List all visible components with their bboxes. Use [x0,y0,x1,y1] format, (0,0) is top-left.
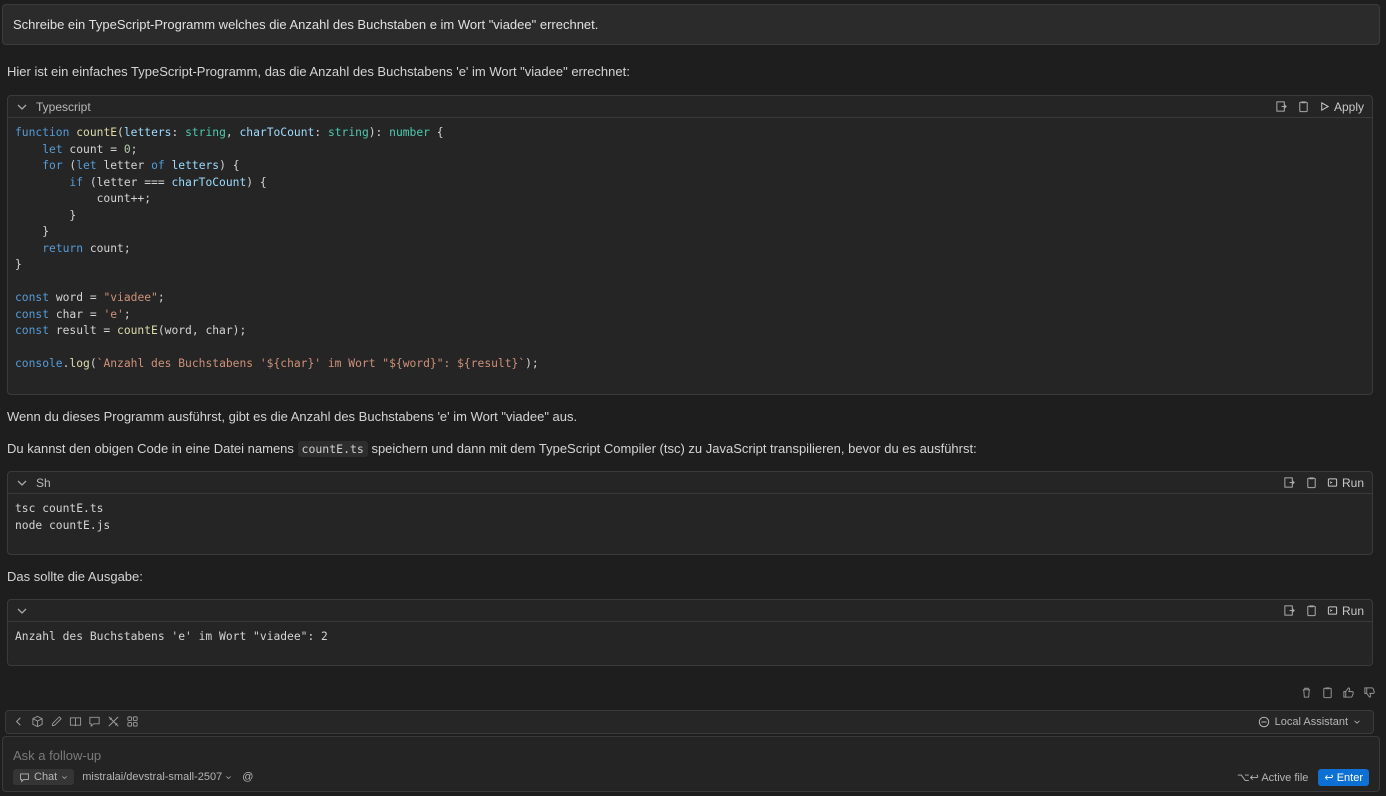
save-text-after: speichern und dann mit dem TypeScript Co… [367,441,977,456]
assistant-label: Local Assistant [1274,716,1348,728]
assistant-icon [1258,716,1269,728]
code-content: Anzahl des Buchstabens 'e' im Wort "viad… [15,630,328,643]
thumbs-up-icon[interactable] [1342,686,1355,699]
chevron-down-icon [62,775,68,779]
follow-up-input[interactable]: Ask a follow-up [13,748,101,763]
mode-selector[interactable]: Chat [13,769,75,785]
save-instruction-text: Du kannst den obigen Code in eine Datei … [7,441,977,457]
insert-at-cursor-icon[interactable] [1283,476,1297,490]
trash-icon[interactable] [1300,686,1313,699]
play-icon [1321,101,1330,112]
code-block-header: Sh Run [8,472,1372,494]
cube-icon[interactable] [31,715,45,729]
insert-at-cursor-icon[interactable] [1275,100,1289,114]
insert-at-cursor-icon[interactable] [1283,604,1297,618]
copy-icon[interactable] [1321,686,1334,699]
apply-button-label: Apply [1333,99,1364,114]
model-selector[interactable]: mistralai/devstral-small-2507 [82,771,232,783]
pencil-icon[interactable] [50,715,64,729]
context-toolbar: Local Assistant [5,710,1374,734]
chat-icon [20,773,29,782]
code-content: tsc countE.ts node countE.js [15,502,111,532]
copy-icon[interactable] [1305,604,1319,618]
model-label: mistralai/devstral-small-2507 [82,771,223,783]
code-block-output: Run Anzahl des Buchstabens 'e' im Wort "… [7,599,1373,666]
mode-label: Chat [34,771,58,783]
assistant-selector[interactable]: Local Assistant [1258,716,1361,728]
code-block-header: Run [8,600,1372,622]
run-button[interactable]: Run [1327,476,1364,490]
grid-icon[interactable] [126,715,140,729]
run-button-label: Run [1341,603,1364,618]
code-block-sh: Sh Run tsc countE.ts node countE.js [7,471,1373,555]
intro-text: Hier ist ein einfaches TypeScript-Progra… [7,64,630,79]
book-icon[interactable] [69,715,83,729]
inline-code-filename: countE.ts [297,441,368,457]
run-button[interactable]: Run [1327,604,1364,618]
user-message-text: Schreibe ein TypeScript-Programm welches… [13,17,599,32]
composer-footer: Chat mistralai/devstral-small-2507 @ ⌥↩ … [13,768,1369,786]
terminal-icon [1327,606,1338,615]
copy-icon[interactable] [1305,476,1319,490]
user-message: Schreibe ein TypeScript-Programm welches… [2,4,1380,45]
thumbs-down-icon[interactable] [1363,686,1376,699]
active-file-button[interactable]: ⌥↩ Active file [1237,771,1308,784]
enter-button[interactable]: ↩ Enter [1318,768,1369,786]
chevron-down-icon[interactable] [16,605,28,617]
code-content: function countE(letters: string, charToC… [15,126,539,370]
mention-button[interactable]: @ [242,771,253,783]
code-language-label: Sh [36,475,51,490]
chevron-down-icon[interactable] [16,101,28,113]
tools-icon[interactable] [107,715,121,729]
chevron-down-icon [226,775,232,779]
run-button-label: Run [1341,475,1364,490]
apply-button[interactable]: Apply [1319,100,1364,114]
message-actions [1300,686,1376,699]
code-block-typescript: Typescript Apply function countE(letters… [7,95,1373,395]
output-intro-text: Das sollte die Ausgabe: [7,569,143,584]
run-explanation-text: Wenn du dieses Programm ausführst, gibt … [7,409,578,424]
code-language-label: Typescript [36,99,91,114]
copy-icon[interactable] [1297,100,1311,114]
code-block-header: Typescript Apply [8,96,1372,118]
chevron-left-icon[interactable] [12,715,26,729]
chevron-down-icon [1354,720,1360,724]
save-text-before: Du kannst den obigen Code in eine Datei … [7,441,298,456]
comment-icon[interactable] [88,715,102,729]
chevron-down-icon[interactable] [16,477,28,489]
terminal-icon [1327,478,1338,487]
chat-composer[interactable]: Ask a follow-up Chat mistralai/devstral-… [2,736,1380,792]
